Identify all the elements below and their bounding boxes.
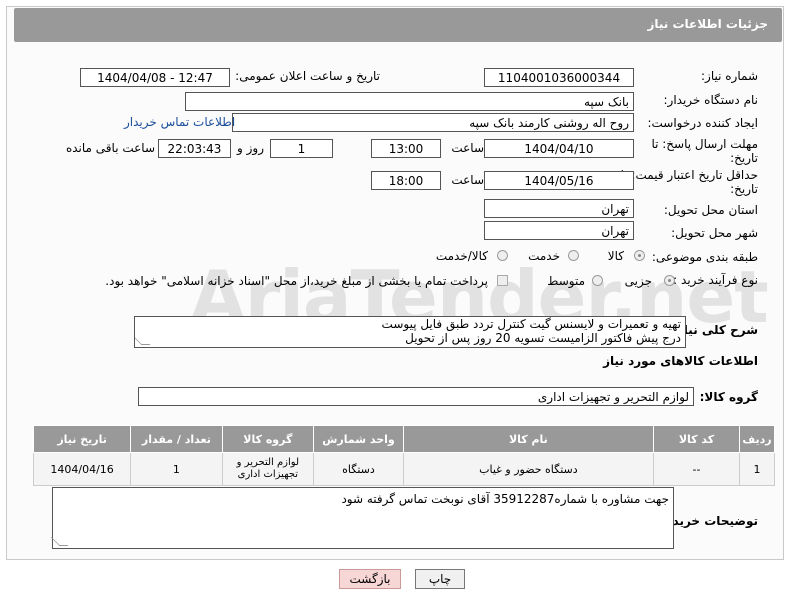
deadline-time-field[interactable]: 13:00 <box>371 139 441 158</box>
category-option-goods: کالا <box>607 249 624 263</box>
days-field[interactable]: 1 <box>270 139 333 158</box>
category-option-service: خدمت <box>528 249 560 263</box>
creator-field[interactable]: روح اله روشنی کارمند بانک سپه <box>232 113 634 132</box>
goods-group-label: گروه کالا: <box>699 390 758 404</box>
back-button[interactable]: بازگشت <box>339 569 401 589</box>
buyer-notes-textarea[interactable]: جهت مشاوره با شماره35912287 آقای نوبخت ت… <box>50 487 674 549</box>
need-number-field[interactable]: 1104001036000344 <box>484 68 634 87</box>
table-cell: 1 <box>130 452 223 486</box>
min-price-label: حداقل تاریخ اعتبار قیمت: تا تاریخ: <box>620 168 758 196</box>
print-button[interactable]: چاپ <box>415 569 465 589</box>
table-cell: دستگاه <box>313 452 404 486</box>
announce-field[interactable]: 1404/04/08 - 12:47 <box>80 68 230 87</box>
table-row: 1 -- دستگاه حضور و غیاب دستگاه لوازم الت… <box>32 452 775 486</box>
min-price-time-label: ساعت <box>451 173 484 187</box>
table-cell: 1404/04/16 <box>32 452 132 486</box>
description-line-1: تهیه و تعمیرات و لایسنس گیت کنترل تردد ط… <box>381 317 681 331</box>
creator-label: ایجاد کننده درخواست: <box>647 116 758 130</box>
process-label: نوع فرآیند خرید : <box>673 273 758 287</box>
table-cell: لوازم التحریر و تجهیزات اداری <box>221 452 315 486</box>
category-radio-goods[interactable] <box>634 250 645 261</box>
process-option-minor: جزیی <box>624 274 652 288</box>
deadline-time-label: ساعت <box>451 141 484 155</box>
description-line-2: درج پیش فاکتور الزامیست تسویه 20 روز پس … <box>405 331 681 345</box>
category-label: طبقه بندی موضوعی: <box>651 250 758 264</box>
city-label: شهر محل تحویل: <box>671 226 758 240</box>
announce-label: تاریخ و ساعت اعلان عمومی: <box>235 69 380 83</box>
table-header: تاریخ نیاز <box>32 425 132 453</box>
description-textarea[interactable]: تهیه و تعمیرات و لایسنس گیت کنترل تردد ط… <box>134 316 686 348</box>
deadline-label: مهلت ارسال پاسخ: تا تاریخ: <box>651 137 758 165</box>
resize-handle-icon[interactable] <box>50 537 69 546</box>
items-table: ردیف کد کالا نام کالا واحد شمارش گروه کا… <box>32 425 775 486</box>
buyer-notes-text: جهت مشاوره با شماره35912287 آقای نوبخت ت… <box>341 492 669 506</box>
province-field[interactable]: تهران <box>484 199 634 218</box>
table-header: تعداد / مقدار <box>130 425 223 453</box>
process-radio-medium[interactable] <box>592 275 603 286</box>
deadline-date-field[interactable]: 1404/04/10 <box>484 139 634 158</box>
goods-info-title: اطلاعات کالاهای مورد نیاز <box>603 354 758 368</box>
table-header: واحد شمارش <box>313 425 404 453</box>
table-header: گروه کالا <box>221 425 315 453</box>
category-radio-service[interactable] <box>568 250 579 261</box>
buyer-org-field[interactable]: بانک سپه <box>185 92 634 111</box>
table-cell: 1 <box>739 452 775 486</box>
remaining-time-field[interactable]: 22:03:43 <box>158 139 231 158</box>
treasury-checkbox[interactable] <box>497 275 508 286</box>
min-price-time-field[interactable]: 18:00 <box>371 171 441 190</box>
min-price-date-field[interactable]: 1404/05/16 <box>484 171 634 190</box>
city-field[interactable]: تهران <box>484 221 634 240</box>
title-bar: جزئیات اطلاعات نیاز <box>14 8 782 42</box>
process-note: پرداخت تمام یا بخشی از مبلغ خرید،از محل … <box>105 274 488 288</box>
category-option-both: کالا/خدمت <box>435 249 488 263</box>
table-header: کد کالا <box>652 425 741 453</box>
table-header: نام کالا <box>402 425 654 453</box>
category-radio-both[interactable] <box>497 250 508 261</box>
province-label: استان محل تحویل: <box>663 203 758 217</box>
goods-group-field[interactable]: لوازم التحریر و تجهیزات اداری <box>138 387 694 406</box>
need-number-label: شماره نیاز: <box>701 69 758 83</box>
table-cell: دستگاه حضور و غیاب <box>402 452 654 486</box>
page-title: جزئیات اطلاعات نیاز <box>647 17 768 31</box>
process-option-medium: متوسط <box>547 274 585 288</box>
table-cell: -- <box>652 452 741 486</box>
table-header: ردیف <box>739 425 775 453</box>
days-label: روز و <box>237 141 264 155</box>
process-radio-minor[interactable] <box>664 275 675 286</box>
buyer-contact-link[interactable]: اطلاعات تماس خریدار <box>124 115 235 129</box>
remaining-label: ساعت باقی مانده <box>65 141 155 155</box>
buyer-org-label: نام دستگاه خریدار: <box>663 93 759 107</box>
